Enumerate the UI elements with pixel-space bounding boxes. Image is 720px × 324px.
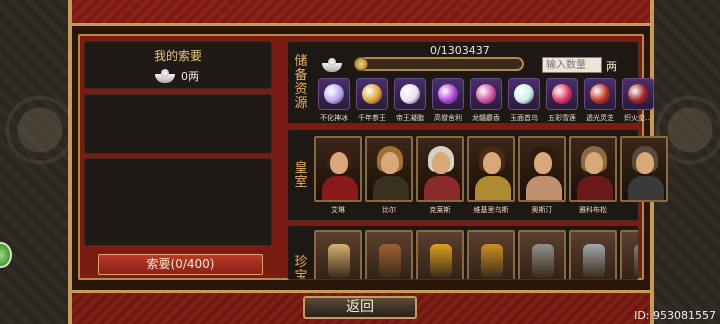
royal-member-name: 雅科布松 bbox=[579, 206, 607, 214]
royal-portrait[interactable] bbox=[365, 136, 413, 202]
resource-item[interactable]: 龙髓麝香 bbox=[468, 78, 504, 123]
jade-root-icon bbox=[509, 79, 539, 109]
quantity-slider[interactable] bbox=[354, 57, 524, 71]
royal-member-card[interactable]: 艾琳 bbox=[314, 136, 362, 215]
ice-orb-icon bbox=[319, 79, 349, 109]
resource-item-box[interactable] bbox=[622, 78, 654, 110]
resource-item-name: 帝王凝脂 bbox=[396, 114, 424, 122]
resource-item[interactable]: 玉面首乌 bbox=[506, 78, 542, 123]
my-request-panel: 我的索要 0两 bbox=[84, 41, 272, 89]
royal-member-name: 维基里乌斯 bbox=[473, 206, 509, 214]
musk-pouch-icon bbox=[471, 79, 501, 109]
request-button[interactable]: 索要(0/400) bbox=[98, 254, 263, 275]
relic-pearl-icon bbox=[433, 79, 463, 109]
resource-item-name: 五彩雪莲 bbox=[548, 114, 576, 122]
player-id: ID: 953081557 bbox=[634, 309, 716, 322]
resource-item[interactable]: 不化神冰 bbox=[316, 78, 352, 123]
royal-portrait[interactable] bbox=[314, 136, 362, 202]
royal-member-card[interactable] bbox=[620, 136, 668, 215]
my-request-amount-row: 0两 bbox=[155, 68, 199, 84]
treasure-label-text: 珍宝 bbox=[294, 255, 308, 280]
my-request-title: 我的索要 bbox=[153, 49, 202, 63]
resource-item[interactable]: 透光灵芝 bbox=[582, 78, 618, 123]
snow-lotus-icon bbox=[547, 79, 577, 109]
ginseng-icon bbox=[357, 79, 387, 109]
treasure-items bbox=[314, 230, 638, 279]
egg-icon[interactable] bbox=[365, 230, 413, 279]
resource-section: 储备资源 0/1303437 两 不化神冰 千年参王 帝王凝脂 高僧舍利 龙髓麝香 玉面首… bbox=[287, 41, 654, 124]
royal-member-name: 奥斯汀 bbox=[531, 206, 553, 214]
royal-portrait[interactable] bbox=[518, 136, 566, 202]
golden-shrine-icon[interactable] bbox=[467, 230, 515, 279]
scroll-book-icon[interactable] bbox=[314, 230, 362, 279]
partial-item-icon[interactable] bbox=[620, 230, 638, 279]
resource-item-box[interactable] bbox=[394, 78, 426, 110]
back-button[interactable]: 返回 bbox=[303, 296, 417, 319]
resource-item-box[interactable] bbox=[546, 78, 578, 110]
royal-section: 皇室 艾琳 比尔 克莱斯 维基里乌斯 奥斯汀 雅科布松 bbox=[287, 129, 668, 221]
cream-jar-icon bbox=[395, 79, 425, 109]
resource-item[interactable]: 炽火金... bbox=[620, 78, 656, 123]
royal-member-card[interactable]: 奥斯汀 bbox=[518, 136, 566, 215]
resource-item-name: 炽火金... bbox=[624, 114, 652, 122]
slider-knob-icon[interactable] bbox=[354, 57, 368, 71]
royal-section-label: 皇室 bbox=[288, 162, 314, 190]
royal-portraits: 艾琳 比尔 克莱斯 维基里乌斯 奥斯汀 雅科布松 bbox=[314, 136, 668, 215]
lingzhi-icon bbox=[585, 79, 615, 109]
resource-item[interactable]: 千年参王 bbox=[354, 78, 390, 123]
empty-panel bbox=[84, 158, 272, 246]
resource-item-box[interactable] bbox=[508, 78, 540, 110]
silver-ingot-icon bbox=[155, 69, 175, 83]
royal-member-card[interactable]: 克莱斯 bbox=[416, 136, 464, 215]
golden-seal-icon[interactable] bbox=[416, 230, 464, 279]
resource-item-name: 玉面首乌 bbox=[510, 114, 538, 122]
resource-item-box[interactable] bbox=[432, 78, 464, 110]
royal-member-card[interactable]: 维基里乌斯 bbox=[467, 136, 515, 215]
royal-member-card[interactable]: 雅科布松 bbox=[569, 136, 617, 215]
resource-item-box[interactable] bbox=[470, 78, 502, 110]
resource-item[interactable]: 五彩雪莲 bbox=[544, 78, 580, 123]
royal-member-card[interactable]: 比尔 bbox=[365, 136, 413, 215]
resource-item-name: 透光灵芝 bbox=[586, 114, 614, 122]
resource-item-box[interactable] bbox=[584, 78, 616, 110]
quantity-unit: 两 bbox=[606, 60, 617, 73]
resource-item-box[interactable] bbox=[356, 78, 388, 110]
resource-label-text: 储备资源 bbox=[294, 54, 308, 111]
royal-portrait[interactable] bbox=[620, 136, 668, 202]
royal-member-name: 克莱斯 bbox=[429, 206, 451, 214]
quantity-input[interactable] bbox=[542, 57, 602, 73]
silver-ingot-icon bbox=[322, 58, 342, 72]
resource-item[interactable]: 高僧舍利 bbox=[430, 78, 466, 123]
resource-section-label: 储备资源 bbox=[288, 55, 314, 111]
royal-portrait[interactable] bbox=[467, 136, 515, 202]
royal-portrait[interactable] bbox=[569, 136, 617, 202]
resource-item-name: 高僧舍利 bbox=[434, 114, 462, 122]
fire-gold-icon bbox=[623, 79, 653, 109]
elephant-statue-icon[interactable] bbox=[569, 230, 617, 279]
resource-items: 不化神冰 千年参王 帝王凝脂 高僧舍利 龙髓麝香 玉面首乌 五彩雪莲 透光灵芝 炽火金... bbox=[316, 78, 656, 123]
treasure-section: 珍宝 bbox=[287, 225, 639, 280]
resource-item-name: 千年参王 bbox=[358, 114, 386, 122]
sword-icon[interactable] bbox=[518, 230, 566, 279]
resource-counter: 0/1303437 bbox=[430, 44, 490, 57]
resource-item-name: 不化神冰 bbox=[320, 114, 348, 122]
resource-item[interactable]: 帝王凝脂 bbox=[392, 78, 428, 123]
top-banner bbox=[72, 0, 650, 26]
my-request-amount: 0两 bbox=[181, 70, 199, 83]
royal-member-name: 艾琳 bbox=[331, 206, 345, 214]
treasure-section-label: 珍宝 bbox=[288, 256, 314, 280]
royal-portrait[interactable] bbox=[416, 136, 464, 202]
royal-label-text: 皇室 bbox=[294, 161, 308, 190]
empty-panel bbox=[84, 94, 272, 154]
royal-member-name: 比尔 bbox=[382, 206, 396, 214]
resource-item-box[interactable] bbox=[318, 78, 350, 110]
resource-item-name: 龙髓麝香 bbox=[472, 114, 500, 122]
